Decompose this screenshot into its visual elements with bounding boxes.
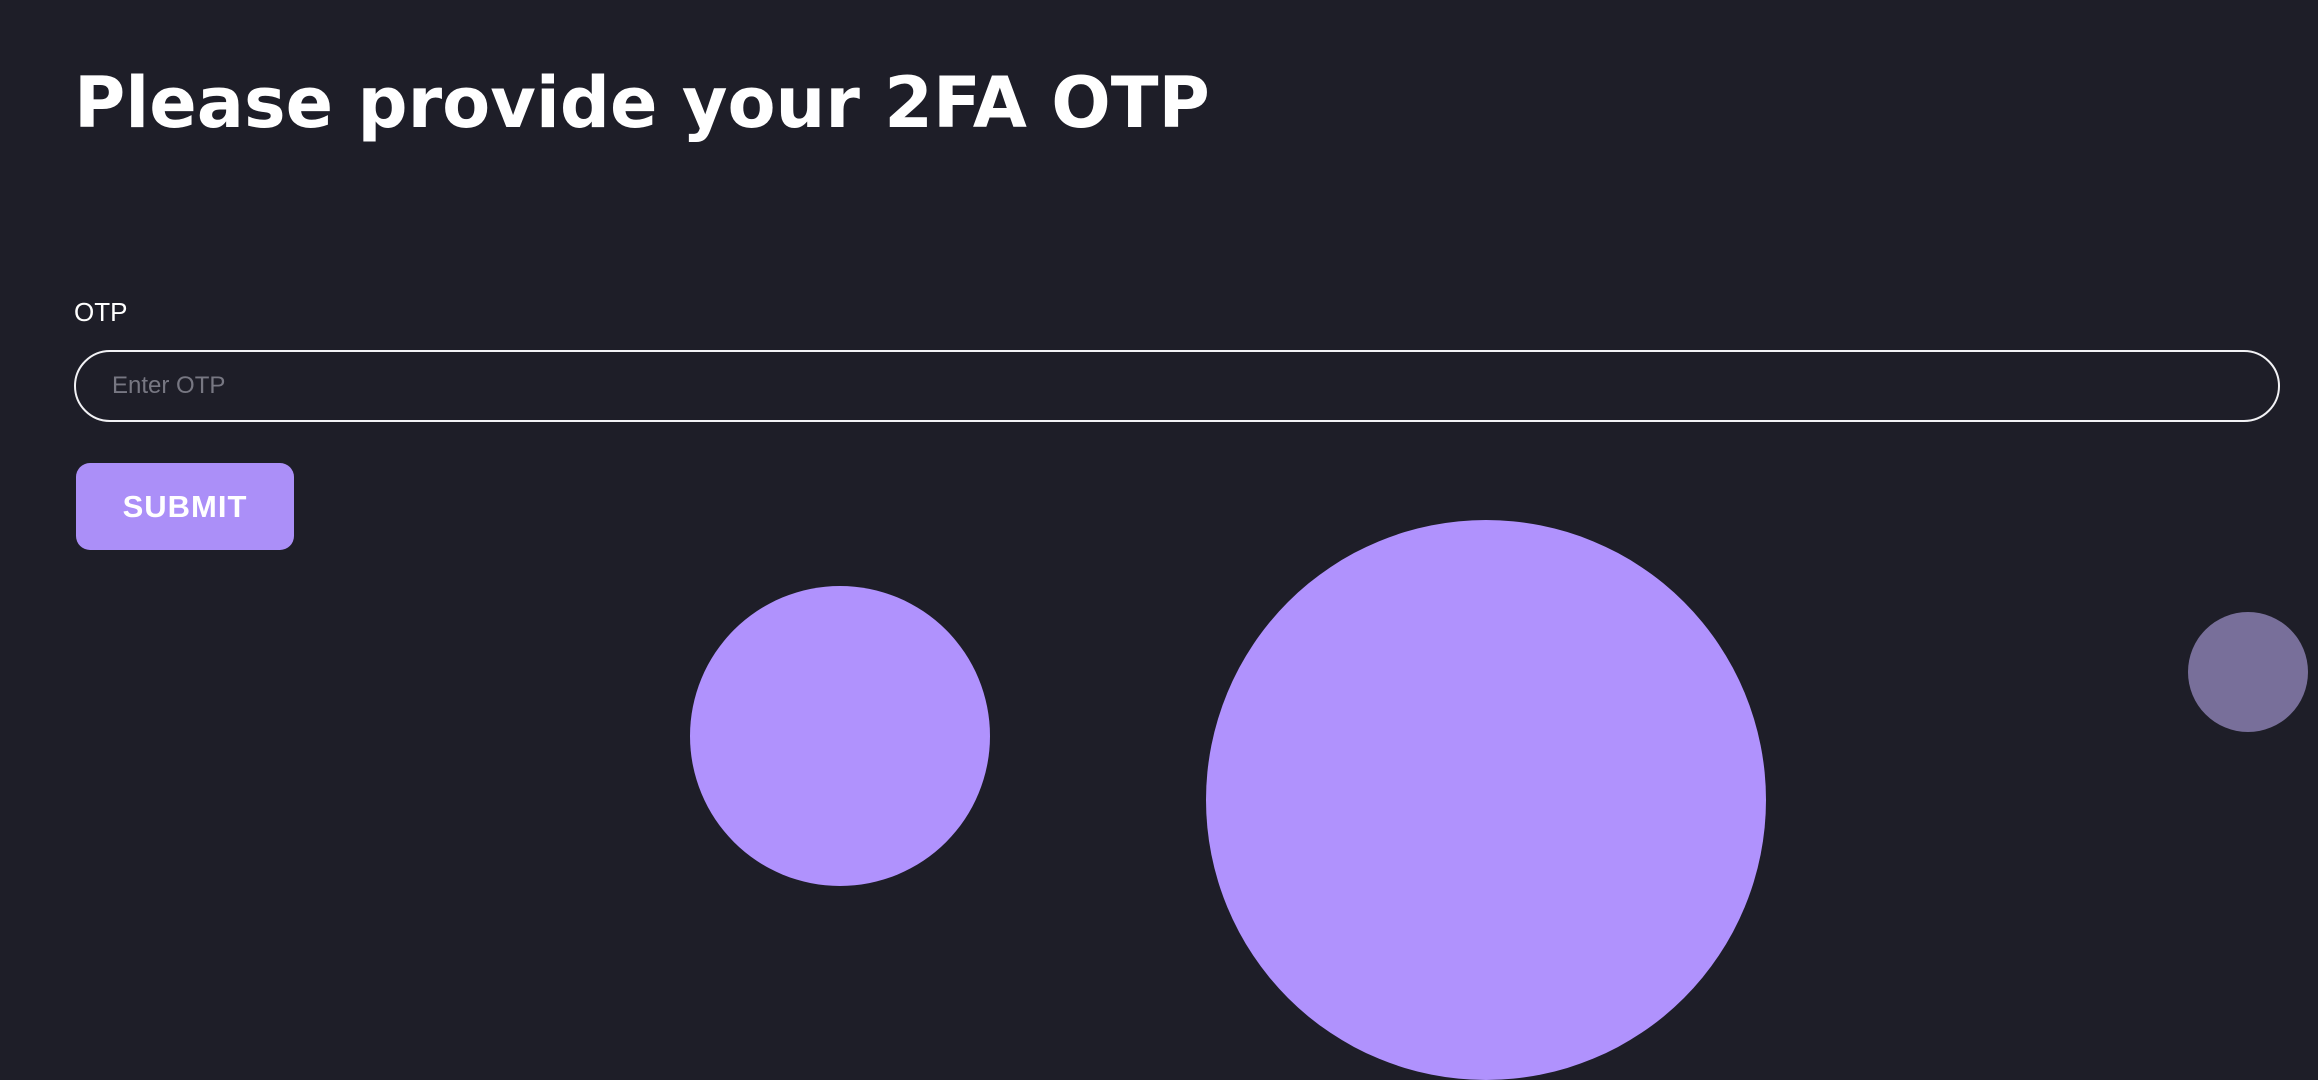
decorative-blob-right <box>2188 612 2308 732</box>
decorative-blob-left <box>690 586 990 886</box>
otp-label: OTP <box>74 297 128 327</box>
otp-page: Please provide your 2FA OTP OTP SUBMIT <box>0 0 2318 1080</box>
decorative-blob-center <box>1206 520 1766 1080</box>
page-title: Please provide your 2FA OTP <box>74 62 1210 144</box>
submit-button[interactable]: SUBMIT <box>76 463 294 550</box>
otp-input[interactable] <box>74 350 2280 422</box>
